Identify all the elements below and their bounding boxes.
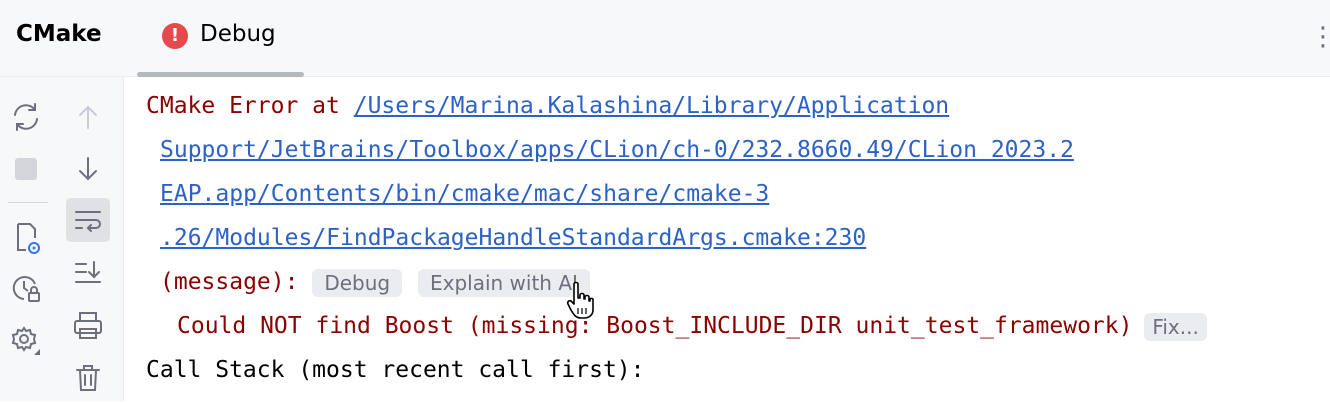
side-toolbar [0,77,124,401]
error-prefix: CMake Error at [146,93,354,119]
tool-window-title: CMake [16,21,102,47]
tab-debug[interactable]: ! Debug [137,0,304,77]
file-link[interactable]: /Users/Marina.Kalashina/Library/Applicat… [354,93,949,119]
trash-icon[interactable] [66,355,110,399]
more-options-icon[interactable]: ⋮ [1310,22,1330,52]
toolbar-divider [8,202,48,203]
file-link[interactable]: EAP.app/Contents/bin/cmake/mac/share/cma… [160,181,769,207]
history-lock-icon[interactable] [4,266,48,310]
debug-chip-button[interactable]: Debug [312,268,403,297]
console-line: Call Stack (most recent call first): [146,348,645,392]
message-prefix: (message): [160,269,299,295]
reload-icon[interactable] [4,95,48,139]
console-output[interactable]: CMake Error at /Users/Marina.Kalashina/L… [124,77,1330,401]
error-icon: ! [162,23,188,49]
call-stack-header: Call Stack (most recent call first): [146,357,645,383]
console-line: CMake Error at /Users/Marina.Kalashina/L… [146,84,949,128]
arrow-down-icon[interactable] [66,147,110,191]
console-line: (message): Debug Explain with AI [160,260,590,304]
print-icon[interactable] [66,303,110,347]
error-message: Could NOT find Boost (missing: Boost_INC… [177,313,1133,339]
fix-button[interactable]: Fix... [1144,312,1207,341]
settings-file-icon[interactable] [4,216,48,260]
file-link[interactable]: Support/JetBrains/Toolbox/apps/CLion/ch-… [160,137,1074,163]
explain-with-ai-button[interactable]: Explain with AI [417,268,590,297]
console-line: .26/Modules/FindPackageHandleStandardArg… [160,216,866,260]
arrow-up-icon[interactable] [66,95,110,139]
file-link[interactable]: .26/Modules/FindPackageHandleStandardArg… [160,225,866,251]
hand-cursor-icon [566,280,596,320]
tab-debug-label: Debug [200,21,276,47]
console-line: Support/JetBrains/Toolbox/apps/CLion/ch-… [160,128,1074,172]
gear-icon[interactable] [4,317,48,361]
soft-wrap-icon[interactable] [66,198,110,242]
console-line: Could NOT find Boost (missing: Boost_INC… [177,304,1207,348]
console-line: EAP.app/Contents/bin/cmake/mac/share/cma… [160,172,769,216]
scroll-to-end-icon[interactable] [66,251,110,295]
stop-icon[interactable] [4,147,48,191]
tool-window-header: CMake ! Debug ⋮ [0,0,1330,77]
